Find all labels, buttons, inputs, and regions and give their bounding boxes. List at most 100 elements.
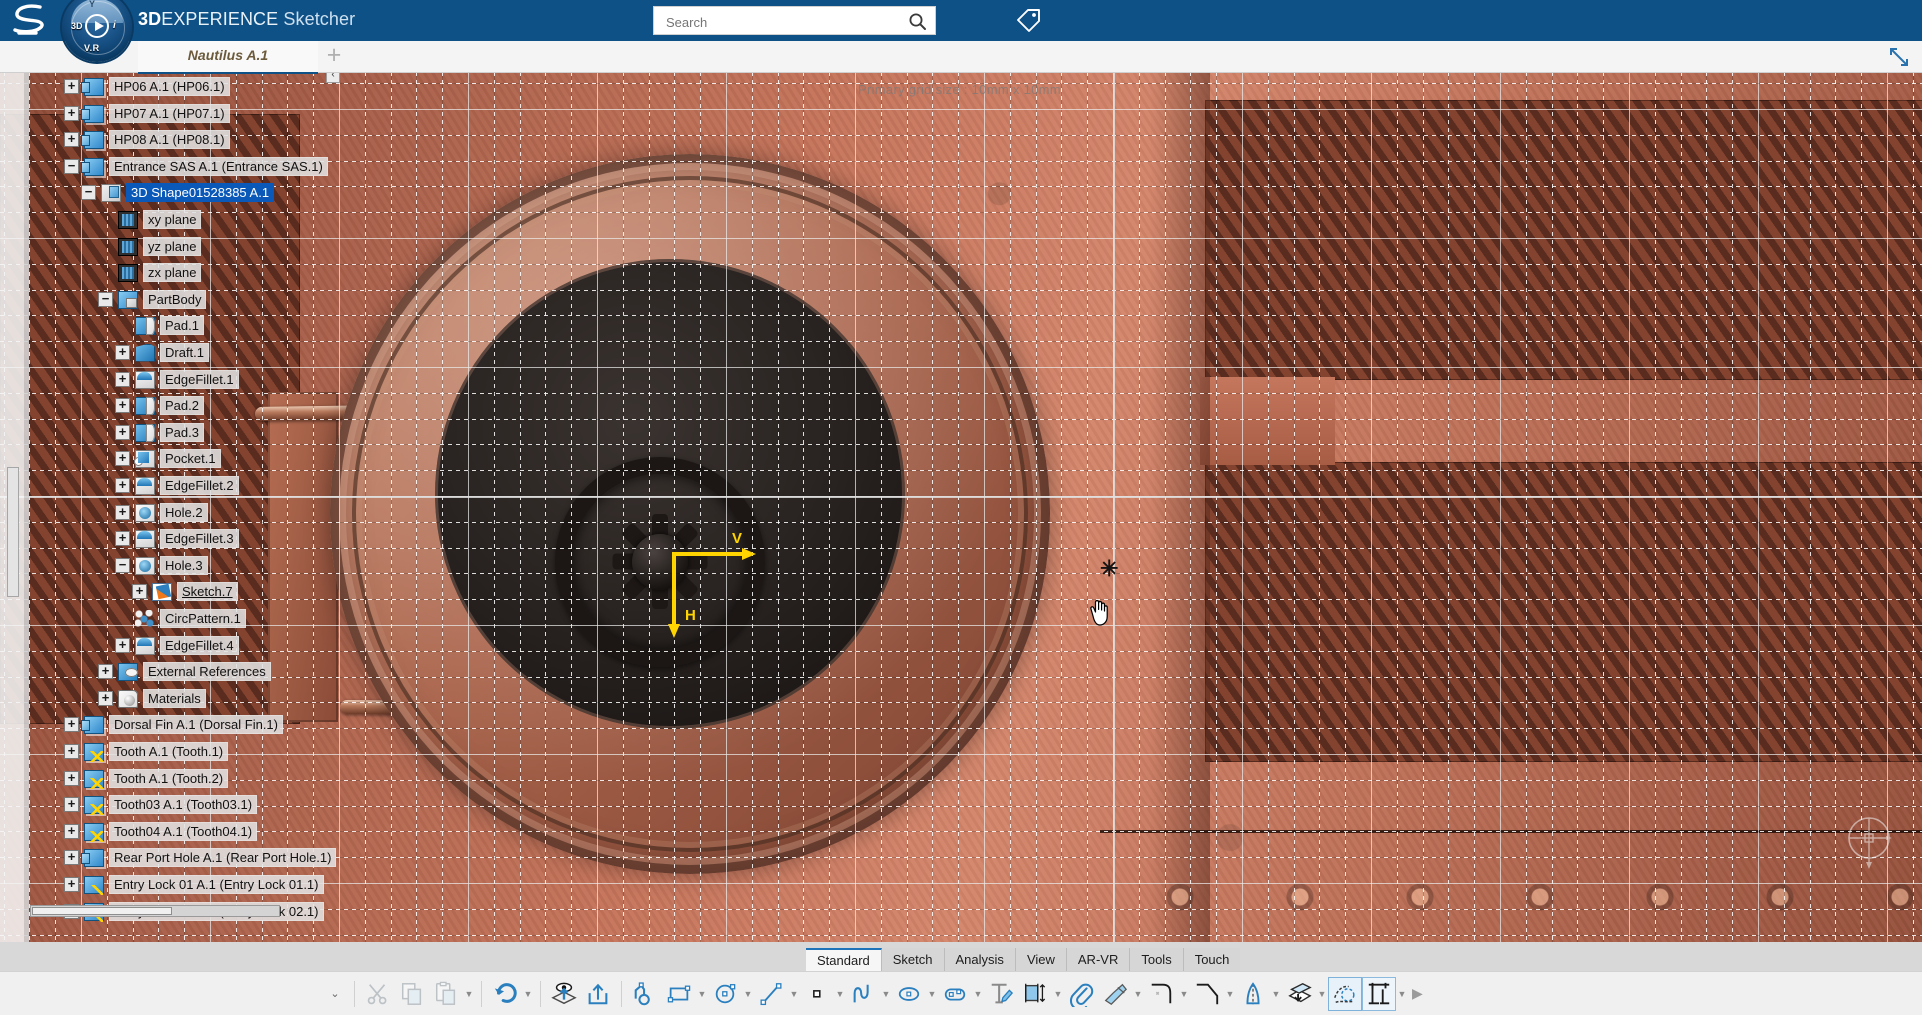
sketch-analysis-icon[interactable] [1328,976,1362,1011]
tree-item-label[interactable]: HP08 A.1 (HP08.1) [109,130,230,149]
elongated-hole-icon[interactable] [938,977,972,1011]
toolbar-scroll-right-icon[interactable]: ▶ [1412,985,1423,1002]
expand-icon[interactable]: + [64,877,79,892]
bottom-toolbar[interactable]: ⌄ ▼ ▼ ▼ ▼ ▼ ▼ ▼ ▼ ▼ ▼ ▼ ▼ ▼ ▼ ▼ ▼ ▶ [0,971,1922,1015]
tree-item-hole-2[interactable]: + Hole.2 [115,503,208,525]
expand-icon[interactable]: + [64,824,79,839]
tree-item-tooth-a-1-tooth-1[interactable]: + Tooth A.1 (Tooth.1) [64,742,229,764]
mirror-icon[interactable] [1236,977,1270,1011]
chamfer-icon[interactable] [1190,977,1224,1011]
workbench-tab-analysis[interactable]: Analysis [944,948,1016,971]
expand-icon[interactable]: + [64,132,79,147]
undo-icon[interactable] [488,977,522,1011]
text-icon[interactable] [984,977,1018,1011]
tree-item-circpattern-1[interactable]: CircPattern.1 [115,609,246,631]
collapse-icon[interactable]: − [98,292,113,307]
tree-item-3d-shape01528385-a-1[interactable]: − 3D Shape01528385 A.1 [81,183,275,205]
workbench-tab-ar-vr[interactable]: AR-VR [1066,948,1131,971]
chevron-down-icon[interactable]: ▼ [972,989,984,999]
tree-item-label[interactable]: Pocket.1 [160,449,221,468]
tag-icon[interactable] [1014,6,1042,34]
tree-item-label[interactable]: Tooth A.1 (Tooth.1) [109,742,229,761]
tree-item-label[interactable]: Dorsal Fin A.1 (Dorsal Fin.1) [109,715,283,734]
expand-icon[interactable]: + [115,505,130,520]
tree-item-label[interactable]: External References [143,662,271,681]
tree-item-entry-lock-01-a-1-entry-lock-01-1[interactable]: + Entry Lock 01 A.1 (Entry Lock 01.1) [64,875,324,897]
workbench-tab-sketch[interactable]: Sketch [881,948,945,971]
tree-item-label[interactable]: Pad.1 [160,316,204,335]
profile-icon[interactable] [628,977,662,1011]
export-icon[interactable] [581,977,615,1011]
chevron-down-icon[interactable]: ▼ [1132,989,1144,999]
collapse-icon[interactable]: − [81,185,96,200]
tree-item-tooth04-a-1-tooth04-1[interactable]: + Tooth04 A.1 (Tooth04.1) [64,822,258,844]
tree-item-label[interactable]: Draft.1 [160,343,210,362]
search-box[interactable] [653,6,936,35]
tree-item-label[interactable]: Pad.3 [160,423,204,442]
chevron-down-icon[interactable]: ▼ [696,989,708,999]
expand-icon[interactable]: + [64,744,79,759]
add-tab-button[interactable]: + [322,43,346,68]
tree-item-label[interactable]: Hole.3 [160,556,208,575]
tree-item-label[interactable]: HP07 A.1 (HP07.1) [109,104,230,123]
tree-item-rear-port-hole-a-1-rear-port-hole-1[interactable]: + Rear Port Hole A.1 (Rear Port Hole.1) [64,848,337,870]
corner-icon[interactable] [1144,977,1178,1011]
tree-item-tooth03-a-1-tooth03-1[interactable]: + Tooth03 A.1 (Tooth03.1) [64,795,258,817]
collapse-icon[interactable]: − [115,558,130,573]
workbench-tab-standard[interactable]: Standard [806,948,882,971]
chevron-down-icon[interactable]: ▼ [463,989,475,999]
chevron-down-icon[interactable]: ▼ [1316,989,1328,999]
line-icon[interactable] [754,977,788,1011]
tree-scrollbar-horizontal[interactable] [30,905,280,917]
tree-item-materials[interactable]: + Materials [98,689,206,711]
tree-item-tooth-a-1-tooth-2[interactable]: + Tooth A.1 (Tooth.2) [64,769,229,791]
tree-item-label[interactable]: HP06 A.1 (HP06.1) [109,77,230,96]
tree-item-dorsal-fin-a-1-dorsal-fin-1[interactable]: + Dorsal Fin A.1 (Dorsal Fin.1) [64,715,283,737]
chevron-down-icon[interactable]: ▼ [1396,989,1408,999]
tree-item-yz-plane[interactable]: yz plane [98,237,202,259]
tree-item-label[interactable]: EdgeFillet.2 [160,476,239,495]
maximize-icon[interactable] [1888,46,1910,68]
expand-icon[interactable]: + [132,584,147,599]
specification-tree[interactable]: ‹ + HP06 A.1 (HP06.1) + HP07 A.1 (HP07.1) + H… [6,67,348,942]
tree-item-hp06-a-1-hp06-1[interactable]: + HP06 A.1 (HP06.1) [64,77,230,99]
expand-icon[interactable]: + [115,345,130,360]
tree-item-edgefillet-3[interactable]: + EdgeFillet.3 [115,529,239,551]
expand-icon[interactable]: + [64,106,79,121]
ellipse-icon[interactable] [892,977,926,1011]
expand-icon[interactable]: + [64,797,79,812]
tree-item-external-references[interactable]: + External References [98,662,271,684]
chevron-down-icon[interactable]: ▼ [522,989,534,999]
expand-icon[interactable]: + [115,531,130,546]
tree-item-label[interactable]: Entry Lock 01 A.1 (Entry Lock 01.1) [109,875,324,894]
document-tab[interactable]: Nautilus A.1 [138,41,318,74]
tree-item-pad-3[interactable]: + Pad.3 [115,423,204,445]
tree-item-label[interactable]: Tooth04 A.1 (Tooth04.1) [109,822,258,841]
toolbar-overflow-icon[interactable]: ⌄ [322,987,348,1000]
tree-item-partbody[interactable]: − PartBody [98,290,207,312]
tree-item-label[interactable]: EdgeFillet.4 [160,636,239,655]
tree-item-label[interactable]: Materials [143,689,206,708]
tree-item-label[interactable]: Tooth03 A.1 (Tooth03.1) [109,795,258,814]
workbench-tab-touch[interactable]: Touch [1183,948,1241,971]
toolbar-items[interactable]: ▼ ▼ ▼ ▼ ▼ ▼ ▼ ▼ ▼ ▼ ▼ ▼ ▼ ▼ ▼ ▼ [361,976,1408,1011]
tree-item-draft-1[interactable]: + Draft.1 [115,343,210,365]
chevron-down-icon[interactable]: ▼ [1178,989,1190,999]
visualization-icon[interactable] [547,977,581,1011]
tree-item-pocket-1[interactable]: + Pocket.1 [115,449,221,471]
constraint-icon[interactable] [1018,977,1052,1011]
expand-icon[interactable]: + [115,372,130,387]
expand-icon[interactable]: + [115,425,130,440]
chevron-down-icon[interactable]: ▼ [742,989,754,999]
chevron-down-icon[interactable]: ▼ [1052,989,1064,999]
expand-icon[interactable]: + [64,79,79,94]
chevron-down-icon[interactable]: ▼ [834,989,846,999]
tree-item-label[interactable]: Pad.2 [160,396,204,415]
tree-item-entrance-sas-a-1-entrance-sas-1[interactable]: − Entrance SAS A.1 (Entrance SAS.1) [64,157,328,179]
expand-icon[interactable]: + [115,451,130,466]
search-input[interactable] [664,12,888,33]
tree-item-label[interactable]: xy plane [143,210,202,229]
tree-item-hole-3[interactable]: − Hole.3 [115,556,208,578]
tree-item-label[interactable]: Entrance SAS A.1 (Entrance SAS.1) [109,157,328,176]
expand-icon[interactable]: + [64,850,79,865]
